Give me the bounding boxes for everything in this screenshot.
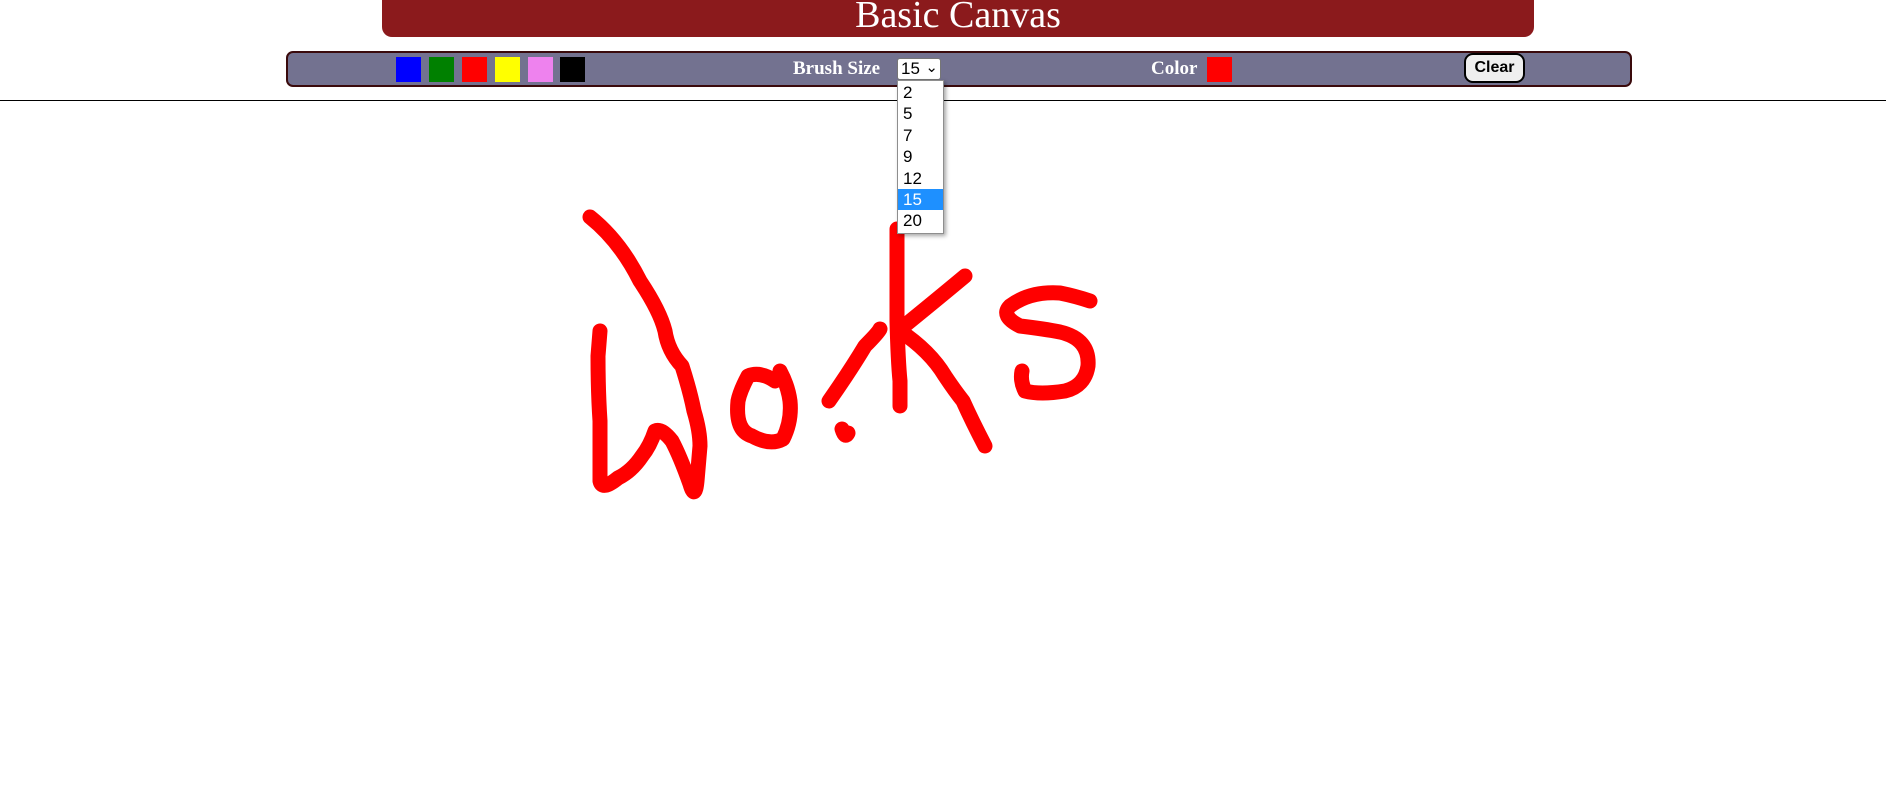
stroke-dot [834, 421, 856, 443]
brush-size-option[interactable]: 9 [898, 146, 943, 167]
swatch-black[interactable] [560, 57, 585, 82]
stroke-k-leg [892, 323, 993, 454]
brush-size-option[interactable]: 12 [898, 168, 943, 189]
brush-size-option[interactable]: 7 [898, 125, 943, 146]
brush-size-option-selected[interactable]: 15 [898, 188, 943, 211]
toolbar: Brush Size 15 ⌄ Color Clear [286, 51, 1632, 87]
color-label: Color [1151, 58, 1198, 79]
swatch-green[interactable] [429, 57, 454, 82]
stroke-k-arm [890, 268, 973, 339]
brush-size-option[interactable]: 2 [898, 82, 943, 103]
swatch-blue[interactable] [396, 57, 421, 82]
brush-size-label: Brush Size [793, 58, 881, 79]
stroke-s [999, 285, 1098, 401]
stroke-r [821, 321, 888, 409]
current-color-swatch[interactable] [1207, 57, 1232, 82]
chevron-down-icon: ⌄ [925, 59, 938, 76]
swatch-red[interactable] [462, 57, 487, 82]
brush-size-dropdown[interactable]: 2 5 7 9 12 15 20 [897, 80, 944, 234]
brush-size-value: 15 [901, 59, 920, 78]
brush-size-option[interactable]: 20 [898, 210, 943, 231]
page-title: Basic Canvas [382, 0, 1534, 37]
stroke-o [730, 363, 798, 450]
stroke-k-stem [889, 221, 908, 414]
brush-size-option[interactable]: 5 [898, 103, 943, 124]
swatch-violet[interactable] [528, 57, 553, 82]
clear-button[interactable]: Clear [1464, 53, 1525, 83]
swatch-yellow[interactable] [495, 57, 520, 82]
stroke-w [582, 209, 708, 500]
brush-size-select[interactable]: 15 ⌄ [897, 58, 941, 80]
